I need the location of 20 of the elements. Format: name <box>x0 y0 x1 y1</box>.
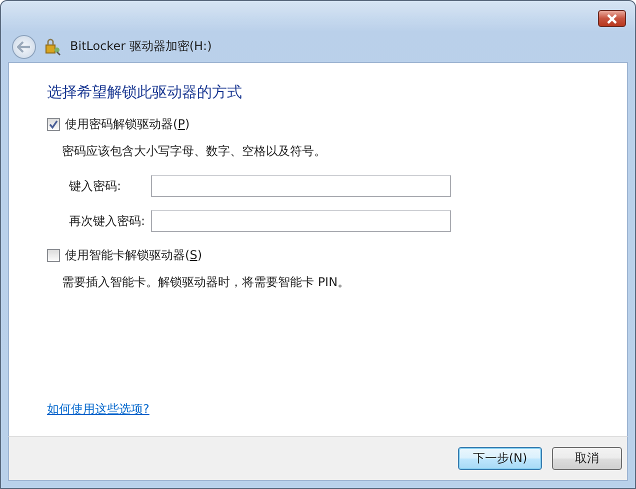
field-label: 键入密码: <box>69 178 122 194</box>
option-description: 密码应该包含大小写字母、数字、空格以及符号。 <box>62 143 327 160</box>
page-heading: 选择希望解锁此驱动器的方式 <box>47 83 243 102</box>
back-button[interactable] <box>12 34 36 58</box>
close-button[interactable] <box>598 10 626 27</box>
close-icon <box>606 14 618 24</box>
checkbox-label[interactable]: 使用密码解锁驱动器(P) <box>65 116 190 133</box>
checkbox[interactable] <box>47 249 60 262</box>
checkbox-label[interactable]: 使用智能卡解锁驱动器(S) <box>65 247 202 264</box>
checkbox[interactable] <box>47 118 60 131</box>
password-field[interactable] <box>151 210 451 232</box>
password-field[interactable] <box>151 175 451 197</box>
cancel-button[interactable]: 取消 <box>552 447 622 470</box>
back-arrow-icon <box>17 40 31 52</box>
next-button[interactable]: 下一步(N) <box>458 447 542 470</box>
option-description: 需要插入智能卡。解锁驱动器时，将需要智能卡 PIN。 <box>62 274 351 291</box>
lock-key-icon <box>44 38 62 56</box>
help-link[interactable]: 如何使用这些选项? <box>47 401 150 418</box>
window-title: BitLocker 驱动器加密(H:) <box>70 38 212 55</box>
field-label: 再次键入密码: <box>69 212 146 230</box>
